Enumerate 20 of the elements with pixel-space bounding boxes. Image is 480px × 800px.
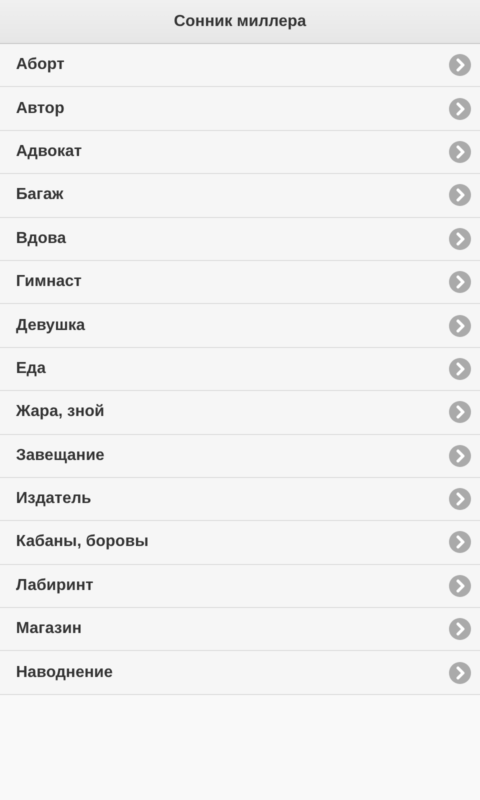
- chevron-right-icon: [449, 98, 471, 120]
- chevron-right-icon: [449, 271, 471, 294]
- chevron-right-icon: [449, 444, 471, 467]
- chevron-right-icon: [449, 140, 471, 163]
- list-item[interactable]: Лабиринт: [0, 564, 480, 608]
- chevron-right-icon: [449, 358, 471, 380]
- chevron-right-icon: [449, 618, 471, 640]
- chevron-right-icon: [449, 228, 471, 250]
- list-item[interactable]: Вдова: [0, 218, 480, 261]
- chevron-right-icon: [449, 314, 471, 337]
- list-item[interactable]: Еда: [0, 348, 480, 392]
- chevron-right-icon: [449, 401, 471, 424]
- page-title: Сонник миллера: [174, 12, 306, 30]
- chevron-right-icon: [449, 54, 471, 76]
- chevron-right-icon: [449, 662, 471, 684]
- chevron-right-icon: [449, 574, 471, 597]
- chevron-right-icon: [449, 488, 471, 510]
- list-item[interactable]: Завещание: [0, 434, 480, 478]
- chevron-right-icon: [449, 531, 471, 554]
- chevron-right-icon: [449, 184, 471, 206]
